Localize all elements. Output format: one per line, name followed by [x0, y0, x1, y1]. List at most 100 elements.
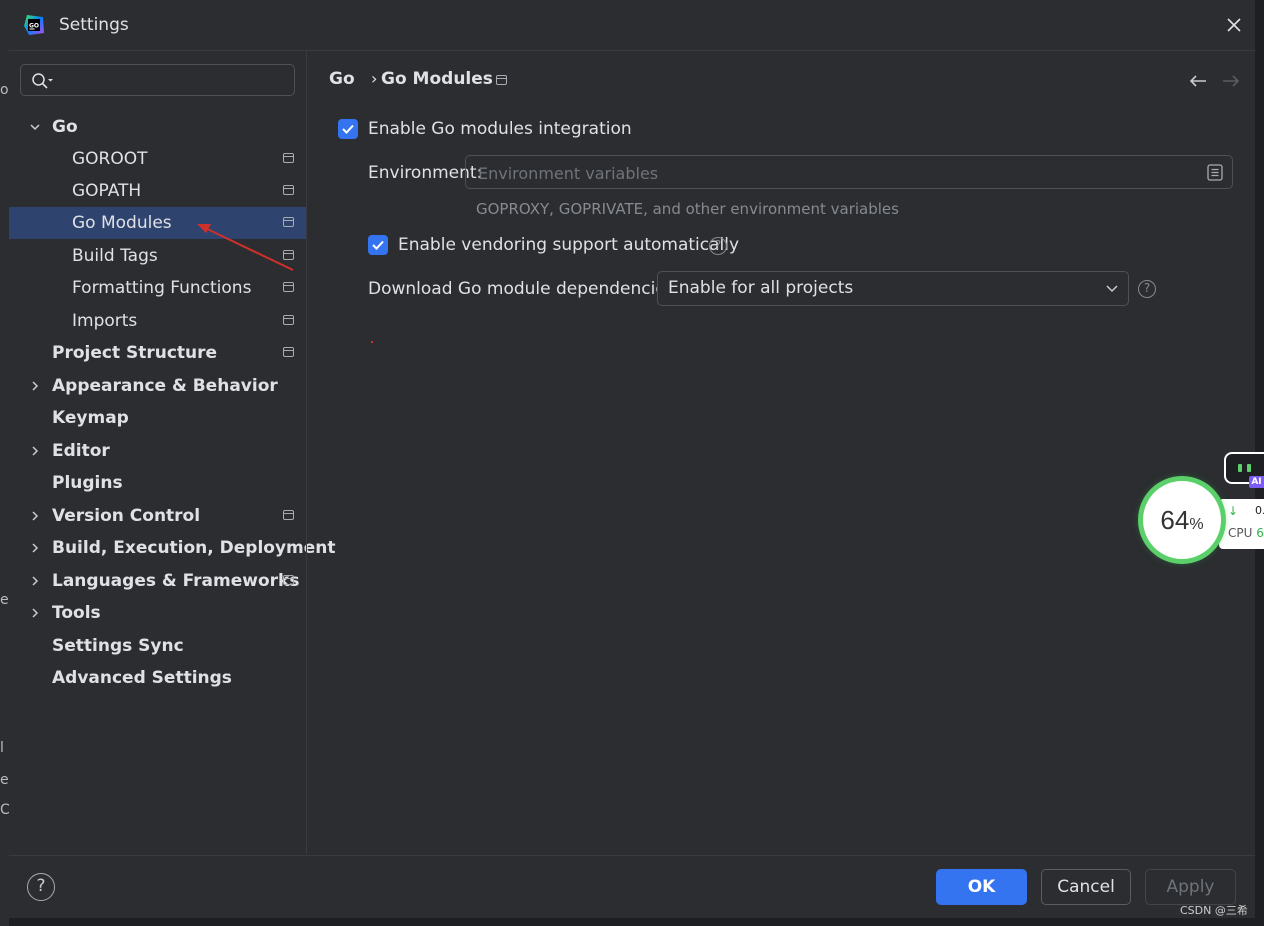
sidebar-item-label: Formatting Functions — [72, 278, 252, 298]
system-monitor-panel[interactable]: ↓ 0. CPU 60 — [1219, 499, 1264, 549]
background-text-fragment: o — [0, 82, 9, 98]
gauge-unit: % — [1189, 516, 1204, 533]
chevron-right-icon[interactable] — [29, 575, 41, 587]
watermark: CSDN @三希 — [1180, 904, 1248, 917]
background-window-strip: o er l es Co — [0, 0, 18, 926]
chevron-down-icon[interactable] — [29, 121, 41, 133]
background-text-fragment: l — [0, 740, 4, 756]
sidebar-item-appearance-behavior[interactable]: Appearance & Behavior — [9, 370, 306, 402]
project-level-icon — [283, 575, 294, 585]
sidebar-item-build-tags[interactable]: Build Tags — [9, 240, 306, 272]
cpu-label: CPU — [1228, 526, 1253, 540]
breadcrumb-parent[interactable]: Go — [329, 69, 355, 89]
sidebar-item-label: Keymap — [52, 408, 129, 428]
sidebar-item-plugins[interactable]: Plugins — [9, 467, 306, 499]
gauge-value: 64 — [1160, 505, 1190, 535]
sidebar-item-go-modules[interactable]: Go Modules — [9, 207, 306, 239]
project-level-icon — [496, 75, 507, 85]
project-level-icon — [283, 250, 294, 260]
sidebar-item-label: GOROOT — [72, 149, 148, 169]
close-icon[interactable] — [1223, 14, 1245, 36]
sidebar-item-version-control[interactable]: Version Control — [9, 500, 306, 532]
project-level-icon — [283, 217, 294, 227]
dialog-title: Settings — [59, 15, 129, 35]
sidebar-item-settings-sync[interactable]: Settings Sync — [9, 630, 306, 662]
apply-button: Apply — [1145, 869, 1236, 905]
sidebar-item-go[interactable]: Go — [9, 111, 306, 143]
settings-content-panel: Go › Go Modules Enable Go modules integr… — [306, 51, 1256, 854]
sidebar-item-formatting-functions[interactable]: Formatting Functions — [9, 272, 306, 304]
download-dependencies-select[interactable]: Enable for all projects — [657, 271, 1129, 306]
title-bar: GO Settings — [9, 0, 1255, 51]
enable-vendoring-label[interactable]: Enable vendoring support automatically — [398, 235, 739, 255]
sidebar-item-label: Languages & Frameworks — [52, 571, 300, 591]
help-icon[interactable]: ? — [709, 237, 727, 255]
enable-go-modules-label[interactable]: Enable Go modules integration — [368, 119, 632, 139]
sidebar-item-label: Build Tags — [72, 246, 158, 266]
enable-go-modules-checkbox[interactable] — [338, 119, 358, 139]
chevron-right-icon[interactable] — [29, 510, 41, 522]
sidebar-item-label: Build, Execution, Deployment — [52, 538, 336, 558]
widget-eye — [1247, 464, 1251, 472]
sidebar-item-label: Project Structure — [52, 343, 218, 363]
selected-option: Enable for all projects — [668, 278, 854, 298]
download-arrow-icon: ↓ — [1228, 504, 1239, 518]
svg-text:GO: GO — [29, 23, 39, 30]
ok-button[interactable]: OK — [936, 869, 1027, 905]
project-level-icon — [283, 347, 294, 357]
chevron-down-icon — [1106, 285, 1118, 293]
checkmark-icon — [342, 124, 354, 134]
sidebar-item-keymap[interactable]: Keymap — [9, 402, 306, 434]
chevron-right-icon[interactable] — [29, 445, 41, 457]
sidebar-item-tools[interactable]: Tools — [9, 597, 306, 629]
sidebar-item-imports[interactable]: Imports — [9, 305, 306, 337]
dialog-footer: ? OK Cancel Apply — [9, 855, 1255, 919]
search-input[interactable] — [61, 69, 290, 93]
cpu-readout: CPU 60 — [1228, 526, 1264, 540]
edit-environment-icon[interactable] — [1207, 164, 1223, 181]
help-button[interactable]: ? — [27, 873, 55, 901]
sidebar-item-goroot[interactable]: GOROOT — [9, 143, 306, 175]
cpu-value: 60 — [1256, 526, 1264, 540]
sidebar-item-label: Tools — [52, 603, 101, 623]
annotation-dot — [371, 341, 373, 343]
breadcrumb-separator: › — [371, 69, 378, 88]
settings-sidebar: Go GOROOT GOPATH Go Modules Build Tags F… — [9, 51, 336, 854]
cancel-button[interactable]: Cancel — [1041, 869, 1131, 905]
download-dependencies-label: Download Go module dependencies: — [368, 279, 681, 299]
back-arrow-icon[interactable] — [1188, 73, 1208, 89]
ai-tag: AI — [1249, 476, 1264, 488]
help-icon[interactable]: ? — [1138, 280, 1156, 298]
settings-search[interactable] — [20, 64, 295, 96]
sidebar-item-project-structure[interactable]: Project Structure — [9, 337, 306, 369]
sidebar-item-label: Appearance & Behavior — [52, 376, 278, 396]
project-level-icon — [283, 282, 294, 292]
project-level-icon — [283, 315, 294, 325]
sidebar-item-label: Go Modules — [72, 213, 172, 233]
project-level-icon — [283, 510, 294, 520]
sidebar-item-label: GOPATH — [72, 181, 142, 201]
sidebar-item-gopath[interactable]: GOPATH — [9, 175, 306, 207]
forward-arrow-icon[interactable] — [1221, 73, 1241, 89]
settings-dialog: GO Settings Go GOROOT GOPATH Go Modules … — [9, 0, 1255, 918]
widget-eye — [1238, 464, 1242, 472]
chevron-right-icon[interactable] — [29, 607, 41, 619]
sidebar-item-build-execution-deployment[interactable]: Build, Execution, Deployment — [9, 532, 336, 564]
search-icon — [32, 73, 53, 89]
sidebar-item-label: Settings Sync — [52, 636, 184, 656]
chevron-right-icon[interactable] — [29, 542, 41, 554]
project-level-icon — [283, 185, 294, 195]
environment-field[interactable] — [465, 155, 1233, 189]
gauge-readout: 64% — [1143, 505, 1221, 536]
sidebar-item-languages-frameworks[interactable]: Languages & Frameworks — [9, 565, 306, 597]
chevron-right-icon[interactable] — [29, 380, 41, 392]
sidebar-item-editor[interactable]: Editor — [9, 435, 306, 467]
sidebar-item-advanced-settings[interactable]: Advanced Settings — [9, 662, 306, 694]
sidebar-item-label: Editor — [52, 441, 110, 461]
enable-vendoring-checkbox[interactable] — [368, 235, 388, 255]
goland-app-icon: GO — [24, 15, 44, 35]
memory-gauge[interactable]: 64% — [1143, 481, 1221, 559]
sidebar-item-label: Plugins — [52, 473, 123, 493]
network-speed: 0. — [1255, 504, 1264, 517]
environment-input[interactable] — [476, 161, 1180, 185]
